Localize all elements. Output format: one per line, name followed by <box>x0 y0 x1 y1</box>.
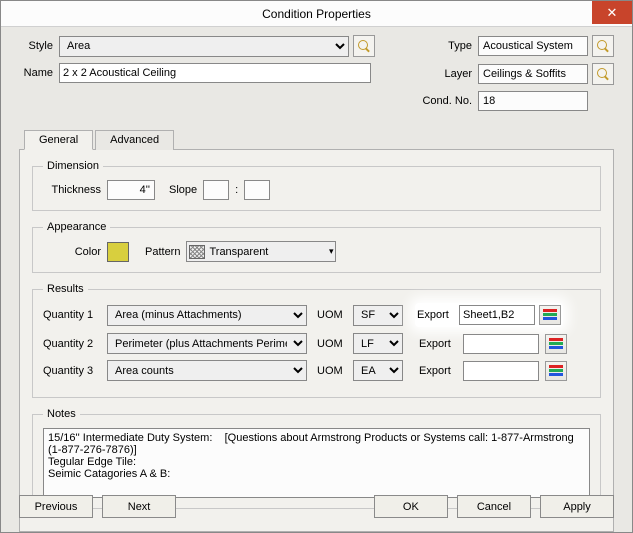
slope-b-input[interactable] <box>244 180 270 200</box>
q2-uom-select[interactable]: LF <box>353 333 403 354</box>
results-group: Results Quantity 1 Area (minus Attachmen… <box>32 283 601 398</box>
button-bar: Previous Next OK Cancel Apply <box>1 485 632 532</box>
thickness-label: Thickness <box>43 184 101 196</box>
previous-button[interactable]: Previous <box>19 495 93 518</box>
type-lookup-button[interactable] <box>592 35 614 57</box>
color-label: Color <box>43 246 101 258</box>
export-icon <box>549 365 563 377</box>
style-lookup-button[interactable] <box>353 35 375 57</box>
q3-label: Quantity 3 <box>43 365 101 377</box>
next-button[interactable]: Next <box>102 495 176 518</box>
q1-label: Quantity 1 <box>43 309 101 321</box>
condno-label: Cond. No. <box>420 95 478 107</box>
type-label: Type <box>420 40 478 52</box>
apply-button[interactable]: Apply <box>540 495 614 518</box>
window-title: Condition Properties <box>262 7 371 21</box>
q3-export-label: Export <box>419 365 457 377</box>
q2-label: Quantity 2 <box>43 338 101 350</box>
style-select[interactable]: Area <box>59 36 349 57</box>
magnifier-icon <box>597 68 609 80</box>
notes-legend: Notes <box>43 408 80 420</box>
dialog-window: Condition Properties ✕ Style Area Name <box>0 0 633 533</box>
q1-uom-select[interactable]: SF <box>353 305 403 326</box>
close-button[interactable]: ✕ <box>592 1 632 24</box>
condno-value: 18 <box>478 91 588 111</box>
appearance-legend: Appearance <box>43 221 110 233</box>
tab-panel: General Advanced Dimension Thickness 4''… <box>19 149 614 532</box>
q3-export-button[interactable] <box>545 361 567 381</box>
name-input[interactable] <box>59 63 371 83</box>
dimension-legend: Dimension <box>43 160 103 172</box>
layer-lookup-button[interactable] <box>592 63 614 85</box>
style-label: Style <box>19 40 59 52</box>
pattern-swatch-icon <box>189 245 205 259</box>
q3-uom-select[interactable]: EA <box>353 360 403 381</box>
q2-export-label: Export <box>419 338 457 350</box>
layer-value: Ceilings & Soffits <box>478 64 588 84</box>
q1-export-label: Export <box>417 309 455 321</box>
q2-export-input[interactable] <box>463 334 539 354</box>
export-highlight: Export <box>415 303 563 327</box>
q3-export-input[interactable] <box>463 361 539 381</box>
color-swatch[interactable] <box>107 242 129 262</box>
titlebar: Condition Properties ✕ <box>1 1 632 27</box>
cancel-button[interactable]: Cancel <box>457 495 531 518</box>
name-label: Name <box>19 67 59 79</box>
q1-export-input[interactable] <box>459 305 535 325</box>
form-area: Style Area Name Type Acoustical System <box>1 27 632 532</box>
appearance-group: Appearance Color Pattern Transparent ▾ <box>32 221 601 273</box>
q2-export-button[interactable] <box>545 334 567 354</box>
layer-label: Layer <box>420 68 478 80</box>
pattern-label: Pattern <box>145 246 180 258</box>
dimension-group: Dimension Thickness 4'' Slope : <box>32 160 601 211</box>
q2-uom-label: UOM <box>317 338 347 350</box>
q1-uom-label: UOM <box>317 309 347 321</box>
q2-select[interactable]: Perimeter (plus Attachments Perimeter) <box>107 333 307 354</box>
q1-export-button[interactable] <box>539 305 561 325</box>
pattern-select[interactable]: Transparent ▾ <box>186 241 336 262</box>
ok-button[interactable]: OK <box>374 495 448 518</box>
results-row-2: Quantity 2 Perimeter (plus Attachments P… <box>43 333 590 354</box>
slope-label: Slope <box>169 184 197 196</box>
tab-advanced[interactable]: Advanced <box>95 130 174 150</box>
type-value: Acoustical System <box>478 36 588 56</box>
results-legend: Results <box>43 283 88 295</box>
export-icon <box>543 309 557 321</box>
export-icon <box>549 338 563 350</box>
close-icon: ✕ <box>607 5 618 21</box>
slope-sep: : <box>235 184 238 196</box>
thickness-value[interactable]: 4'' <box>107 180 155 200</box>
q3-uom-label: UOM <box>317 365 347 377</box>
results-row-3: Quantity 3 Area counts UOM EA Export <box>43 360 590 381</box>
q3-select[interactable]: Area counts <box>107 360 307 381</box>
magnifier-icon <box>597 40 609 52</box>
chevron-down-icon: ▾ <box>329 246 334 257</box>
results-row-1: Quantity 1 Area (minus Attachments) UOM … <box>43 303 590 327</box>
magnifier-icon <box>358 40 370 52</box>
pattern-value: Transparent <box>209 246 268 258</box>
q1-select[interactable]: Area (minus Attachments) <box>107 305 307 326</box>
slope-a-input[interactable] <box>203 180 229 200</box>
tab-general[interactable]: General <box>24 130 93 150</box>
